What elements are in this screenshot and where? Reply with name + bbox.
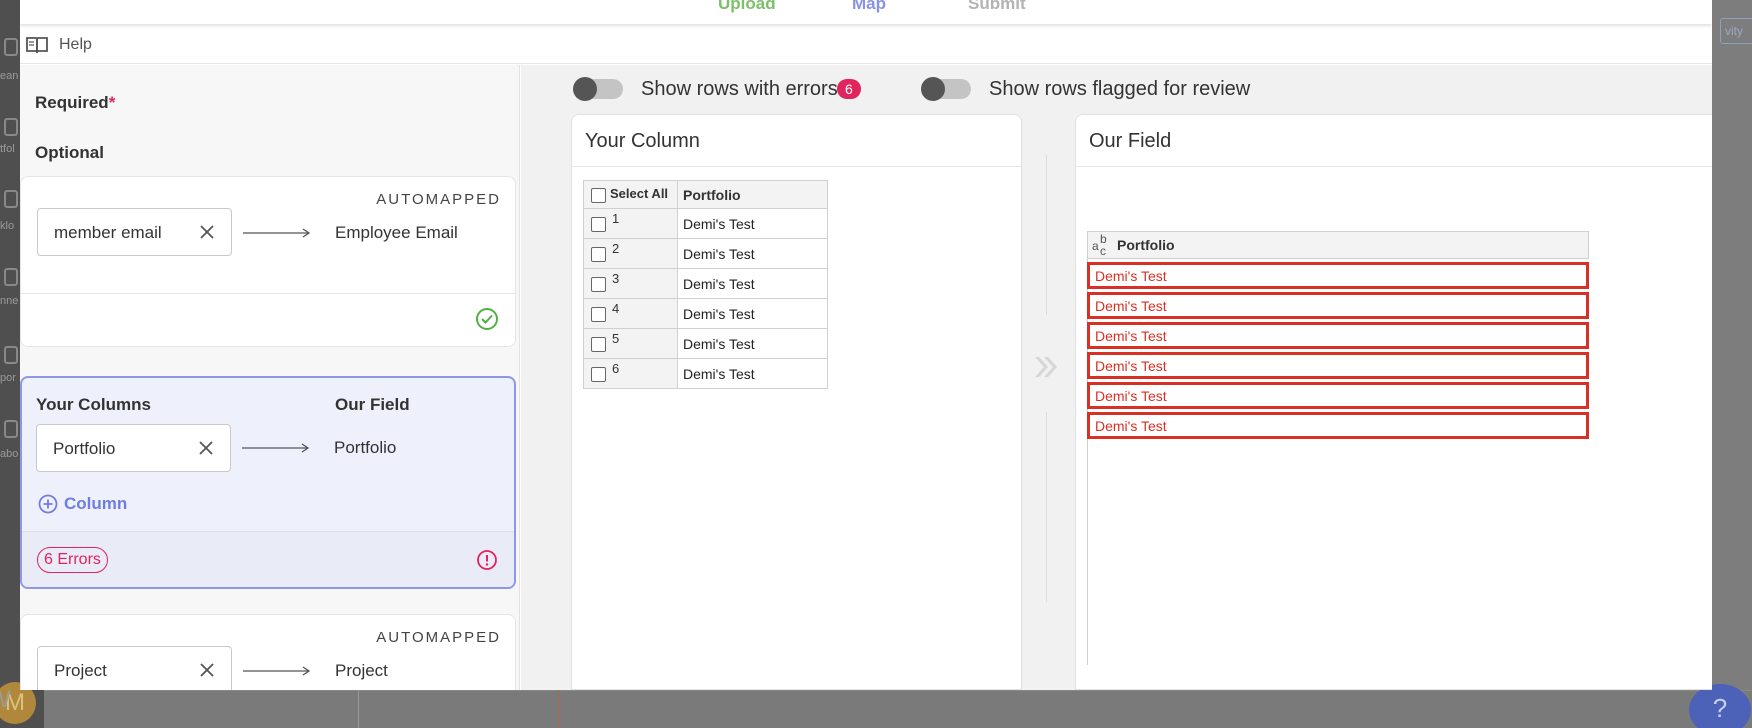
source-column-select[interactable]: Portfolio [36, 424, 231, 472]
arrow-right-icon [243, 228, 311, 238]
background-right-panel: vity [1712, 0, 1752, 690]
error-cell[interactable]: Demi's Test [1087, 262, 1589, 289]
error-cell[interactable]: Demi's Test [1087, 292, 1589, 319]
optional-heading: Optional [35, 143, 104, 162]
mapping-card-employee-email[interactable]: AUTOMAPPED member email Employee Email [20, 176, 516, 347]
table-row[interactable]: 2 Demi's Test [583, 238, 828, 269]
text-type-icon: a b c [1092, 233, 1107, 257]
column-header: Portfolio [677, 180, 828, 209]
report-icon [4, 346, 18, 364]
step-submit[interactable]: Submit [968, 0, 1026, 14]
automapped-badge: AUTOMAPPED [376, 191, 501, 208]
errors-badge[interactable]: 6 Errors [37, 547, 108, 573]
automapped-badge: AUTOMAPPED [376, 629, 501, 646]
target-data-table: a b c Portfolio Demi's Test Demi's Test … [1087, 231, 1589, 439]
team-icon [4, 38, 18, 56]
card-divider [21, 293, 515, 294]
arrow-right-icon [243, 666, 311, 676]
step-map[interactable]: Map [852, 0, 886, 14]
row-checkbox[interactable] [591, 216, 606, 232]
select-all-header: Select All [583, 180, 678, 209]
your-column-title: Your Column [572, 115, 1021, 167]
source-column-value: Project [54, 661, 107, 680]
table-row[interactable]: 5 Demi's Test [583, 328, 828, 359]
error-cell[interactable]: Demi's Test [1087, 412, 1589, 439]
our-field-heading: Our Field [335, 395, 410, 414]
target-field: Project [335, 661, 388, 680]
table-row[interactable]: 3 Demi's Test [583, 268, 828, 299]
our-field-title: Our Field [1076, 115, 1712, 167]
background-footer [44, 690, 1752, 728]
clear-icon[interactable] [199, 662, 215, 678]
clear-icon[interactable] [199, 224, 215, 240]
pane-divider [1046, 412, 1047, 602]
row-checkbox[interactable] [591, 276, 606, 292]
source-column-value: member email [54, 223, 162, 242]
svg-text:c: c [1100, 244, 1106, 257]
required-heading: Required* [35, 93, 116, 112]
plus-circle-icon [38, 494, 58, 514]
step-upload[interactable]: Upload [718, 0, 776, 14]
error-cell[interactable]: Demi's Test [1087, 352, 1589, 379]
avatar-secondary[interactable]: W [0, 686, 11, 714]
select-all-checkbox[interactable] [591, 187, 606, 203]
help-label[interactable]: Help [59, 36, 92, 54]
row-checkbox[interactable] [591, 306, 606, 322]
portfolio-icon [4, 118, 18, 136]
arrow-right-icon [242, 443, 310, 453]
mapping-card-portfolio[interactable]: Your Columns Our Field Portfolio Portfol… [20, 376, 516, 589]
preview-area: Show rows with errors 6 Show rows flagge… [521, 65, 1712, 690]
target-field: Employee Email [335, 223, 458, 242]
error-cell[interactable]: Demi's Test [1087, 382, 1589, 409]
alert-circle-icon [477, 550, 497, 570]
source-column-value: Portfolio [53, 439, 116, 458]
your-columns-heading: Your Columns [36, 395, 151, 414]
target-field: Portfolio [334, 438, 397, 457]
field-column-header: a b c Portfolio [1087, 231, 1589, 259]
source-data-table: Select All Portfolio 1 Demi's Test 2 Demi'… [583, 180, 828, 389]
svg-text:a: a [1092, 239, 1099, 253]
activity-tab[interactable]: vity [1720, 18, 1752, 44]
check-circle-icon [476, 308, 498, 330]
table-row[interactable]: 6 Demi's Test [583, 358, 828, 389]
help-fab-button[interactable]: ? [1689, 684, 1751, 728]
table-row[interactable]: 4 Demi's Test [583, 298, 828, 329]
your-column-pane: Your Column Select All Portfolio 1 Demi's… [571, 114, 1022, 690]
help-bar[interactable]: Help [20, 26, 1712, 64]
table-row[interactable]: 1 Demi's Test [583, 208, 828, 239]
source-column-select[interactable]: Project [37, 646, 232, 690]
mapping-card-project[interactable]: AUTOMAPPED Project Project [20, 614, 516, 690]
show-errors-label: Show rows with errors [641, 78, 838, 100]
errors-count-badge: 6 [837, 79, 861, 99]
book-icon [26, 37, 48, 54]
background-divider-accent [558, 690, 559, 728]
double-chevron-right-icon [1035, 357, 1057, 377]
row-checkbox[interactable] [591, 336, 606, 352]
error-cell[interactable]: Demi's Test [1087, 322, 1589, 349]
pane-divider [1046, 155, 1047, 315]
source-column-select[interactable]: member email [37, 208, 232, 256]
show-flagged-label: Show rows flagged for review [989, 78, 1251, 100]
mapping-modal: Upload Map Submit Help Required* Optiona… [20, 0, 1712, 690]
errors-row: 6 Errors [22, 531, 514, 587]
row-checkbox[interactable] [591, 366, 606, 382]
add-column-button[interactable]: Column [38, 493, 127, 515]
show-errors-toggle[interactable] [573, 77, 623, 101]
workload-icon [4, 190, 18, 208]
mapping-list-panel: Required* Optional AUTOMAPPED member ema… [20, 65, 520, 690]
stepper: Upload Map Submit [20, 0, 1712, 24]
add-column-label: Column [64, 494, 128, 513]
planner-icon [4, 268, 18, 286]
show-flagged-toggle[interactable] [921, 77, 971, 101]
our-field-pane: Our Field a b c Portfolio Demi's Test De… [1075, 114, 1712, 690]
clear-icon[interactable] [198, 440, 214, 456]
dashboard-icon [4, 420, 18, 438]
row-checkbox[interactable] [591, 246, 606, 262]
background-divider [358, 690, 359, 728]
